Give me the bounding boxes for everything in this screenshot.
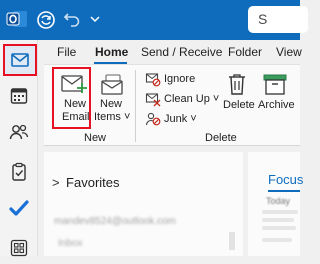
new-email-label-2: Email (62, 111, 90, 123)
tab-view[interactable]: View (276, 45, 302, 59)
focused-underline (268, 190, 300, 192)
apps-grid-icon (10, 239, 28, 257)
junk-label: Junk ˅ (164, 113, 197, 125)
tab-folder[interactable]: Folder (228, 45, 262, 59)
ignore-label: Ignore (164, 73, 196, 85)
people-icon (9, 124, 29, 140)
tab-focused[interactable]: Focus (268, 172, 303, 187)
apps-nav-button[interactable] (0, 232, 38, 264)
new-items-label-1: New (100, 98, 123, 110)
ignore-icon (145, 71, 161, 87)
tab-send-receive[interactable]: Send / Receive (141, 45, 222, 59)
new-items-icon (99, 73, 125, 97)
inbox-row[interactable]: Inbox (58, 233, 138, 249)
outlook-logo-icon (6, 9, 28, 29)
message-preview-line (262, 210, 298, 214)
clipboard-check-icon (12, 162, 26, 181)
message-preview-line (262, 226, 296, 230)
group-new-label: New (84, 132, 107, 144)
new-items-label-2: Items ˅ (94, 111, 131, 123)
clean-up-icon (145, 91, 161, 107)
message-preview-line (262, 218, 294, 222)
folder-scrollbar[interactable] (229, 232, 235, 250)
archive-icon (262, 72, 288, 96)
clean-up-label: Clean Up ˅ (164, 93, 220, 105)
junk-icon (145, 111, 161, 127)
group-separator (135, 70, 136, 142)
delete-label: Delete (223, 99, 255, 111)
favorites-toggle[interactable]: > Favorites (52, 174, 192, 192)
mail-nav-button[interactable] (3, 44, 37, 76)
new-email-label-1: New (64, 98, 87, 110)
chevron-right-icon: > (52, 175, 60, 190)
tasks-nav-button[interactable] (0, 156, 38, 188)
chevron-down-icon[interactable] (88, 12, 102, 26)
mail-icon (11, 53, 29, 67)
todo-check-icon (9, 200, 29, 216)
sync-icon[interactable] (36, 10, 56, 30)
account-row[interactable]: mandev8524@outlook.com (54, 211, 234, 227)
favorites-label: Favorites (66, 175, 120, 190)
calendar-nav-button[interactable] (0, 80, 38, 112)
todo-nav-button[interactable] (0, 192, 38, 224)
search-label: S (258, 11, 268, 27)
inbox-label: Inbox (58, 238, 83, 249)
search-input[interactable]: S (248, 6, 308, 33)
tab-home[interactable]: Home (95, 45, 128, 59)
people-nav-button[interactable] (0, 116, 38, 148)
new-email-icon (60, 72, 88, 96)
trash-icon (226, 72, 248, 96)
today-header: Today (266, 196, 291, 206)
tab-file[interactable]: File (57, 45, 76, 59)
undo-icon[interactable] (63, 10, 81, 28)
archive-label: Archive (258, 99, 295, 111)
calendar-icon (10, 88, 28, 104)
message-preview-line (262, 238, 292, 242)
group-delete-label: Delete (205, 132, 237, 144)
account-label: mandev8524@outlook.com (54, 216, 176, 227)
